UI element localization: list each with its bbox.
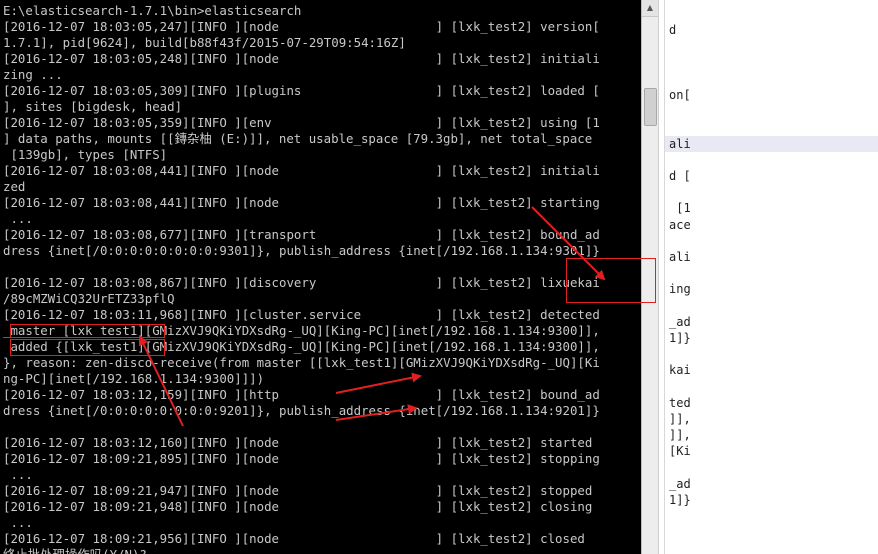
editor-gutter-divider xyxy=(664,0,665,554)
console-line: [2016-12-07 18:03:05,248][INFO ][node ] … xyxy=(3,51,600,66)
annotation-box-node-name xyxy=(566,258,656,303)
console-line: [2016-12-07 18:03:05,309][INFO ][plugins… xyxy=(3,83,600,98)
editor-line: _ad xyxy=(669,476,691,491)
console-line: [2016-12-07 18:09:21,895][INFO ][node ] … xyxy=(3,451,600,466)
editor-line: ing xyxy=(669,282,691,297)
console-line: [2016-12-07 18:03:12,159][INFO ][http ] … xyxy=(3,387,600,402)
scroll-thumb[interactable] xyxy=(644,88,657,126)
console-line: ng-PC][inet[/192.168.1.134:9300]]]) xyxy=(3,371,265,386)
editor-line: [Ki xyxy=(669,444,691,459)
console-line: dress {inet[/0:0:0:0:0:0:0:0:9201]}, pub… xyxy=(3,403,600,418)
console-line: ] data paths, mounts [[鏄杂柚 (E:)]], net u… xyxy=(3,131,593,146)
console-line: [2016-12-07 18:03:08,867][INFO ][discove… xyxy=(3,275,600,290)
console-line: [2016-12-07 18:03:05,247][INFO ][node ] … xyxy=(3,19,600,34)
editor-line: d [ xyxy=(669,169,691,183)
console-line: zing ... xyxy=(3,67,63,82)
editor-line: 1]} xyxy=(669,331,691,345)
console-line: [2016-12-07 18:03:08,441][INFO ][node ] … xyxy=(3,163,600,178)
console-line: E:\elasticsearch-1.7.1\bin>elasticsearch xyxy=(3,3,302,18)
console-line: zed xyxy=(3,179,26,194)
editor-line: ]], xyxy=(669,428,691,443)
editor-line: _ad xyxy=(669,314,691,329)
console-output: E:\elasticsearch-1.7.1\bin>elasticsearch… xyxy=(3,3,600,554)
console-line: [139gb], types [NTFS] xyxy=(3,147,168,162)
console-line: /89cMZWiCQ32UrETZ33pflQ xyxy=(3,291,175,306)
editor-line: on[ xyxy=(669,88,691,102)
console-line: [2016-12-07 18:03:08,441][INFO ][node ] … xyxy=(3,195,600,210)
console-line: [2016-12-07 18:09:21,956][INFO ][node ] … xyxy=(3,531,585,546)
console-line: dress {inet[/0:0:0:0:0:0:0:0:9301]}, pub… xyxy=(3,243,600,258)
console-line: ... xyxy=(3,467,33,482)
console-line: [2016-12-07 18:03:05,359][INFO ][env ] [… xyxy=(3,115,600,130)
annotation-box-added-test1 xyxy=(10,339,165,356)
scroll-up-arrow-icon[interactable]: ▲ xyxy=(642,0,658,17)
console-window[interactable]: E:\elasticsearch-1.7.1\bin>elasticsearch… xyxy=(0,0,641,554)
editor-line: ace xyxy=(669,217,691,232)
console-line: [2016-12-07 18:03:11,968][INFO ][cluster… xyxy=(3,307,600,322)
editor-line: ted xyxy=(669,395,691,410)
console-line: 终止批处理操作吗(Y/N)? xyxy=(3,547,600,554)
background-editor-pane: d on[ ali d [ [1 ace ali ing _ad 1]} kai ted]],]],… xyxy=(658,0,878,554)
console-line: [2016-12-07 18:09:21,948][INFO ][node ] … xyxy=(3,499,593,514)
editor-line: [1 xyxy=(669,201,691,216)
console-line: 1.7.1], pid[9624], build[b88f43f/2015-07… xyxy=(3,35,406,50)
console-line: [2016-12-07 18:03:12,160][INFO ][node ] … xyxy=(3,435,593,450)
console-line: [2016-12-07 18:03:08,677][INFO ][transpo… xyxy=(3,227,600,242)
console-line: ], sites [bigdesk, head] xyxy=(3,99,183,114)
editor-line: ali xyxy=(665,135,878,152)
editor-line: ]], xyxy=(669,412,691,426)
editor-line: d xyxy=(669,23,677,38)
annotation-box-master-test1 xyxy=(10,324,165,338)
console-line: ... xyxy=(3,515,33,530)
console-line: ... xyxy=(3,211,33,226)
editor-line: kai xyxy=(669,363,691,378)
editor-line: 1]} xyxy=(669,493,691,507)
console-line: [2016-12-07 18:09:21,947][INFO ][node ] … xyxy=(3,483,593,498)
editor-line: ali xyxy=(669,250,691,264)
console-line: }, reason: zen-disco-receive(from master… xyxy=(3,355,600,370)
